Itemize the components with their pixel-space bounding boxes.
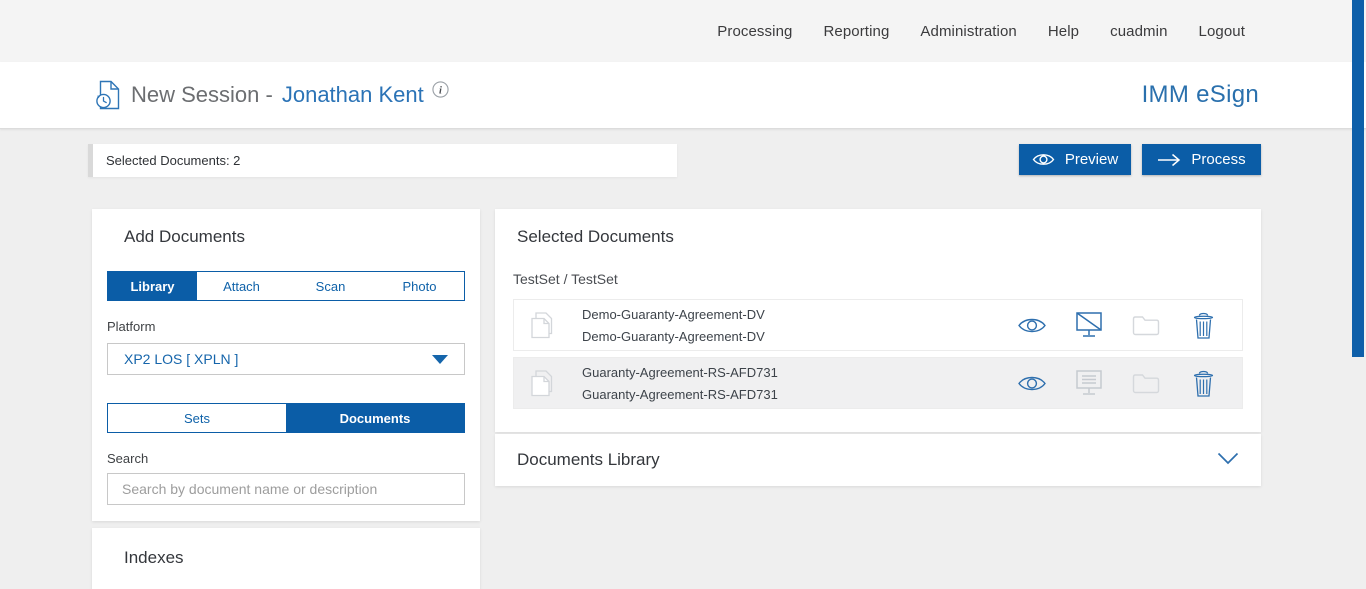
document-set-label: TestSet / TestSet xyxy=(513,271,618,287)
platform-select[interactable]: XP2 LOS [ XPLN ] xyxy=(107,343,465,375)
session-user-name[interactable]: Jonathan Kent xyxy=(282,82,424,108)
add-documents-panel: Add Documents Library Attach Scan Photo … xyxy=(92,209,480,521)
process-arrow-icon xyxy=(1157,153,1181,167)
tab-attach[interactable]: Attach xyxy=(197,272,286,300)
document-stack-icon xyxy=(528,368,554,398)
document-name: Guaranty-Agreement-RS-AFD731 xyxy=(582,365,1017,380)
nav-logout[interactable]: Logout xyxy=(1199,23,1245,40)
folder-icon[interactable] xyxy=(1131,368,1161,398)
delete-document-icon[interactable] xyxy=(1188,368,1218,398)
app-header: New Session - Jonathan Kent i IMM eSign xyxy=(0,62,1366,129)
svg-text:i: i xyxy=(439,85,442,96)
preview-eye-icon xyxy=(1032,152,1055,167)
brand-logo: IMM eSign xyxy=(1142,81,1259,109)
document-row: Demo-Guaranty-Agreement-DV Demo-Guaranty… xyxy=(513,299,1243,351)
remote-session-off-icon[interactable] xyxy=(1074,310,1104,340)
info-icon[interactable]: i xyxy=(432,81,449,98)
sets-documents-toggle: Sets Documents xyxy=(107,403,465,433)
platform-selected-value: XP2 LOS [ XPLN ] xyxy=(124,351,238,367)
view-document-icon[interactable] xyxy=(1017,368,1047,398)
document-stack-icon xyxy=(528,310,554,340)
process-button[interactable]: Process xyxy=(1142,144,1261,175)
nav-processing[interactable]: Processing xyxy=(717,23,792,40)
indexes-panel: Indexes xyxy=(92,528,480,589)
delete-document-icon[interactable] xyxy=(1188,310,1218,340)
selected-documents-banner: Selected Documents: 2 xyxy=(88,144,677,177)
view-document-icon[interactable] xyxy=(1017,310,1047,340)
add-documents-tabs: Library Attach Scan Photo xyxy=(107,271,465,301)
selected-documents-title: Selected Documents xyxy=(517,227,674,247)
preview-button-label: Preview xyxy=(1065,151,1118,168)
folder-icon[interactable] xyxy=(1131,310,1161,340)
tab-scan[interactable]: Scan xyxy=(286,272,375,300)
nav-help[interactable]: Help xyxy=(1048,23,1079,40)
dropdown-caret-icon xyxy=(432,355,448,364)
documents-library-panel[interactable]: Documents Library xyxy=(495,434,1261,486)
top-navigation: Processing Reporting Administration Help… xyxy=(0,0,1366,62)
document-row: Guaranty-Agreement-RS-AFD731 Guaranty-Ag… xyxy=(513,357,1243,409)
tab-photo[interactable]: Photo xyxy=(375,272,464,300)
toggle-documents[interactable]: Documents xyxy=(286,404,464,432)
indexes-title: Indexes xyxy=(124,548,184,568)
chevron-down-icon[interactable] xyxy=(1217,452,1239,465)
document-description: Guaranty-Agreement-RS-AFD731 xyxy=(582,387,1017,402)
documents-library-title: Documents Library xyxy=(517,450,660,470)
vertical-scrollbar[interactable] xyxy=(1352,0,1364,357)
tab-library[interactable]: Library xyxy=(108,272,197,300)
esign-page: Processing Reporting Administration Help… xyxy=(0,0,1366,589)
session-history-icon xyxy=(96,80,120,110)
document-description: Demo-Guaranty-Agreement-DV xyxy=(582,329,1017,344)
selected-documents-count: Selected Documents: 2 xyxy=(106,153,240,168)
add-documents-title: Add Documents xyxy=(124,227,245,247)
toggle-sets[interactable]: Sets xyxy=(108,404,286,432)
process-button-label: Process xyxy=(1191,151,1245,168)
search-label: Search xyxy=(107,451,148,466)
document-name: Demo-Guaranty-Agreement-DV xyxy=(582,307,1017,322)
nav-cuadmin[interactable]: cuadmin xyxy=(1110,23,1167,40)
platform-label: Platform xyxy=(107,319,155,334)
preview-button[interactable]: Preview xyxy=(1019,144,1131,175)
remote-session-disabled-icon[interactable] xyxy=(1074,368,1104,398)
search-input[interactable] xyxy=(107,473,465,505)
nav-administration[interactable]: Administration xyxy=(920,23,1016,40)
page-title: New Session - xyxy=(131,82,273,108)
nav-reporting[interactable]: Reporting xyxy=(823,23,889,40)
selected-documents-panel: Selected Documents TestSet / TestSet Dem… xyxy=(495,209,1261,432)
